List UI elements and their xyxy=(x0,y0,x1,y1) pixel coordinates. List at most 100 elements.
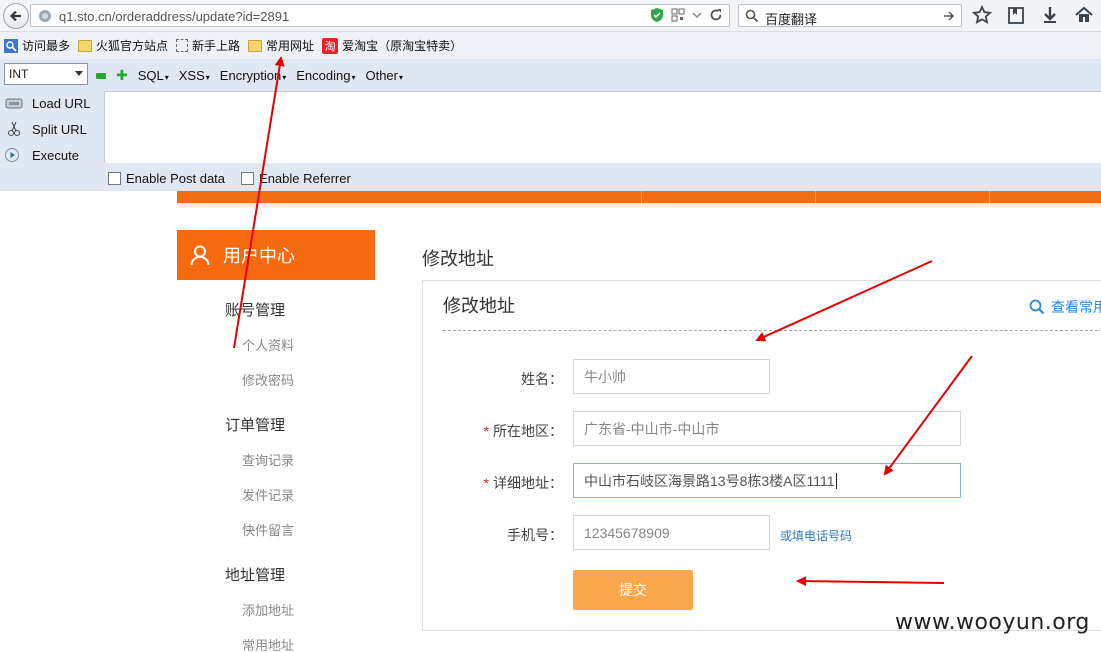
enable-post-data-checkbox[interactable]: Enable Post data xyxy=(108,171,225,186)
sidebar-item-parcel-messages[interactable]: 快件留言 xyxy=(242,520,294,539)
taobao-icon: 淘 xyxy=(322,37,339,54)
required-asterisk: * xyxy=(483,423,489,439)
hackbar-select-value: INT xyxy=(9,67,29,81)
dotted-page-icon xyxy=(176,39,189,52)
user-center-title: 用户中心 xyxy=(223,246,295,266)
load-url-label: Load URL xyxy=(32,95,91,111)
execute-label: Execute xyxy=(32,147,79,163)
split-url-button[interactable]: Split URL xyxy=(4,121,87,137)
search-icon xyxy=(1029,299,1045,315)
hackbar-toolbar: INT ✚ SQL XSS Encryption Encoding Other xyxy=(0,59,1101,91)
menu-encryption[interactable]: Encryption xyxy=(220,68,286,83)
bookmark-star-icon[interactable] xyxy=(972,5,992,25)
url-field[interactable]: q1.sto.cn/orderaddress/update?id=2891 xyxy=(30,4,730,27)
form-title: 修改地址 xyxy=(443,296,515,316)
main-nav-bar xyxy=(177,191,1101,203)
hackbar-actions: Load URL Split URL Execute xyxy=(0,91,104,171)
chevron-down-icon xyxy=(75,71,83,76)
bookmark-label: 新手上路 xyxy=(192,39,241,53)
checkbox-label: Enable Referrer xyxy=(259,171,351,186)
submit-button[interactable]: 提交 xyxy=(573,570,693,610)
bookmark-getting-started[interactable]: 新手上路 xyxy=(176,37,240,54)
bookmarks-menu-icon[interactable] xyxy=(1006,5,1026,25)
required-asterisk: * xyxy=(483,475,489,491)
edit-address-form: 修改地址 查看常用 姓名： 牛小帅 * 所在地区： 广东省-中山市-中山市 * 详细… xyxy=(422,280,1101,631)
load-url-icon xyxy=(5,98,23,109)
qr-code-icon[interactable] xyxy=(671,8,685,22)
search-icon xyxy=(745,9,759,23)
bookmark-common-sites[interactable]: 常用网址 xyxy=(248,37,314,54)
checkbox-box[interactable] xyxy=(108,172,121,185)
detail-address-value: 中山市石岐区海景路13号8栋3楼A区1111 xyxy=(584,472,835,489)
bookmark-firefox-site[interactable]: 火狐官方站点 xyxy=(78,37,168,54)
bookmark-label: 火狐官方站点 xyxy=(96,39,169,53)
hackbar-panel: INT ✚ SQL XSS Encryption Encoding Other … xyxy=(0,59,1101,191)
search-go-arrow-icon[interactable] xyxy=(943,10,955,22)
search-field[interactable]: 百度翻译 xyxy=(738,4,962,27)
sidebar-group-account: 账号管理 xyxy=(225,302,286,319)
detail-address-label: * 详细地址： xyxy=(483,475,563,491)
magnifier-globe-icon xyxy=(4,38,18,53)
sidebar-item-add-address[interactable]: 添加地址 xyxy=(242,600,294,619)
sidebar-item-profile[interactable]: 个人资料 xyxy=(242,335,294,354)
menu-sql[interactable]: SQL xyxy=(138,68,169,83)
hackbar-options: Enable Post data Enable Referrer xyxy=(108,171,351,186)
execute-button[interactable]: Execute xyxy=(4,147,79,163)
sidebar-item-change-password[interactable]: 修改密码 xyxy=(242,370,294,389)
name-label: 姓名： xyxy=(521,371,563,387)
decrease-icon[interactable] xyxy=(96,72,106,79)
enable-referrer-checkbox[interactable]: Enable Referrer xyxy=(241,171,351,186)
reload-icon[interactable] xyxy=(709,8,723,22)
view-common-label: 查看常用 xyxy=(1051,299,1101,315)
detail-address-input[interactable]: 中山市石岐区海景路13号8栋3楼A区1111 xyxy=(573,463,961,498)
checkbox-box[interactable] xyxy=(241,172,255,185)
menu-other[interactable]: Other xyxy=(365,68,403,83)
bookmark-most-visited[interactable]: 访问最多 xyxy=(4,37,70,54)
hackbar-type-select[interactable]: INT xyxy=(4,63,88,85)
scissors-icon xyxy=(8,121,20,136)
download-icon[interactable] xyxy=(1040,5,1060,25)
sidebar-group-orders: 订单管理 xyxy=(225,417,286,434)
bookmark-label: 爱淘宝（原淘宝特卖） xyxy=(342,39,463,53)
increase-icon[interactable]: ✚ xyxy=(116,67,128,84)
hackbar-menu: ✚ SQL XSS Encryption Encoding Other xyxy=(96,67,403,84)
bookmark-label: 访问最多 xyxy=(22,39,71,53)
hackbar-url-textarea[interactable] xyxy=(104,91,1101,163)
text-caret xyxy=(835,472,837,489)
region-label: * 所在地区： xyxy=(483,423,563,439)
back-button[interactable] xyxy=(3,3,29,29)
checkbox-label: Enable Post data xyxy=(126,171,226,186)
use-telephone-link[interactable]: 或填电话号码 xyxy=(780,527,852,544)
sidebar-item-common-addresses[interactable]: 常用地址 xyxy=(242,635,294,652)
play-icon xyxy=(5,148,19,162)
phone-label: 手机号： xyxy=(507,527,563,543)
split-url-label: Split URL xyxy=(32,121,87,137)
sidebar-item-query-records[interactable]: 查询记录 xyxy=(242,450,294,469)
phone-input[interactable]: 12345678909 xyxy=(573,515,770,550)
shield-icon[interactable] xyxy=(650,7,664,23)
view-common-addresses-link[interactable]: 查看常用 xyxy=(1029,297,1101,317)
load-url-button[interactable]: Load URL xyxy=(4,95,91,111)
watermark: www.wooyun.org xyxy=(895,610,1090,635)
dropdown-arrow-icon[interactable] xyxy=(692,10,702,20)
sidebar-group-address: 地址管理 xyxy=(225,567,286,584)
sidebar-item-send-records[interactable]: 发件记录 xyxy=(242,485,294,504)
folder-icon xyxy=(78,39,93,52)
url-text[interactable]: q1.sto.cn/orderaddress/update?id=2891 xyxy=(59,9,289,24)
menu-encoding[interactable]: Encoding xyxy=(296,68,355,83)
folder-icon xyxy=(248,39,263,52)
url-icons xyxy=(650,7,723,23)
globe-icon xyxy=(39,10,51,22)
nav-shadow xyxy=(177,203,1101,209)
search-text[interactable]: 百度翻译 xyxy=(765,9,817,28)
user-icon xyxy=(190,245,210,266)
menu-xss[interactable]: XSS xyxy=(179,68,210,83)
user-center-header: 用户中心 xyxy=(177,230,375,280)
form-divider xyxy=(443,330,1101,331)
url-bar-row: q1.sto.cn/orderaddress/update?id=2891 百度… xyxy=(0,0,1101,32)
toolbar-icons xyxy=(972,5,1094,25)
bookmark-ai-taobao[interactable]: 淘 爱淘宝（原淘宝特卖） xyxy=(322,37,462,54)
region-select[interactable]: 广东省-中山市-中山市 xyxy=(573,411,961,446)
name-input[interactable]: 牛小帅 xyxy=(573,359,770,394)
home-icon[interactable] xyxy=(1074,5,1094,25)
